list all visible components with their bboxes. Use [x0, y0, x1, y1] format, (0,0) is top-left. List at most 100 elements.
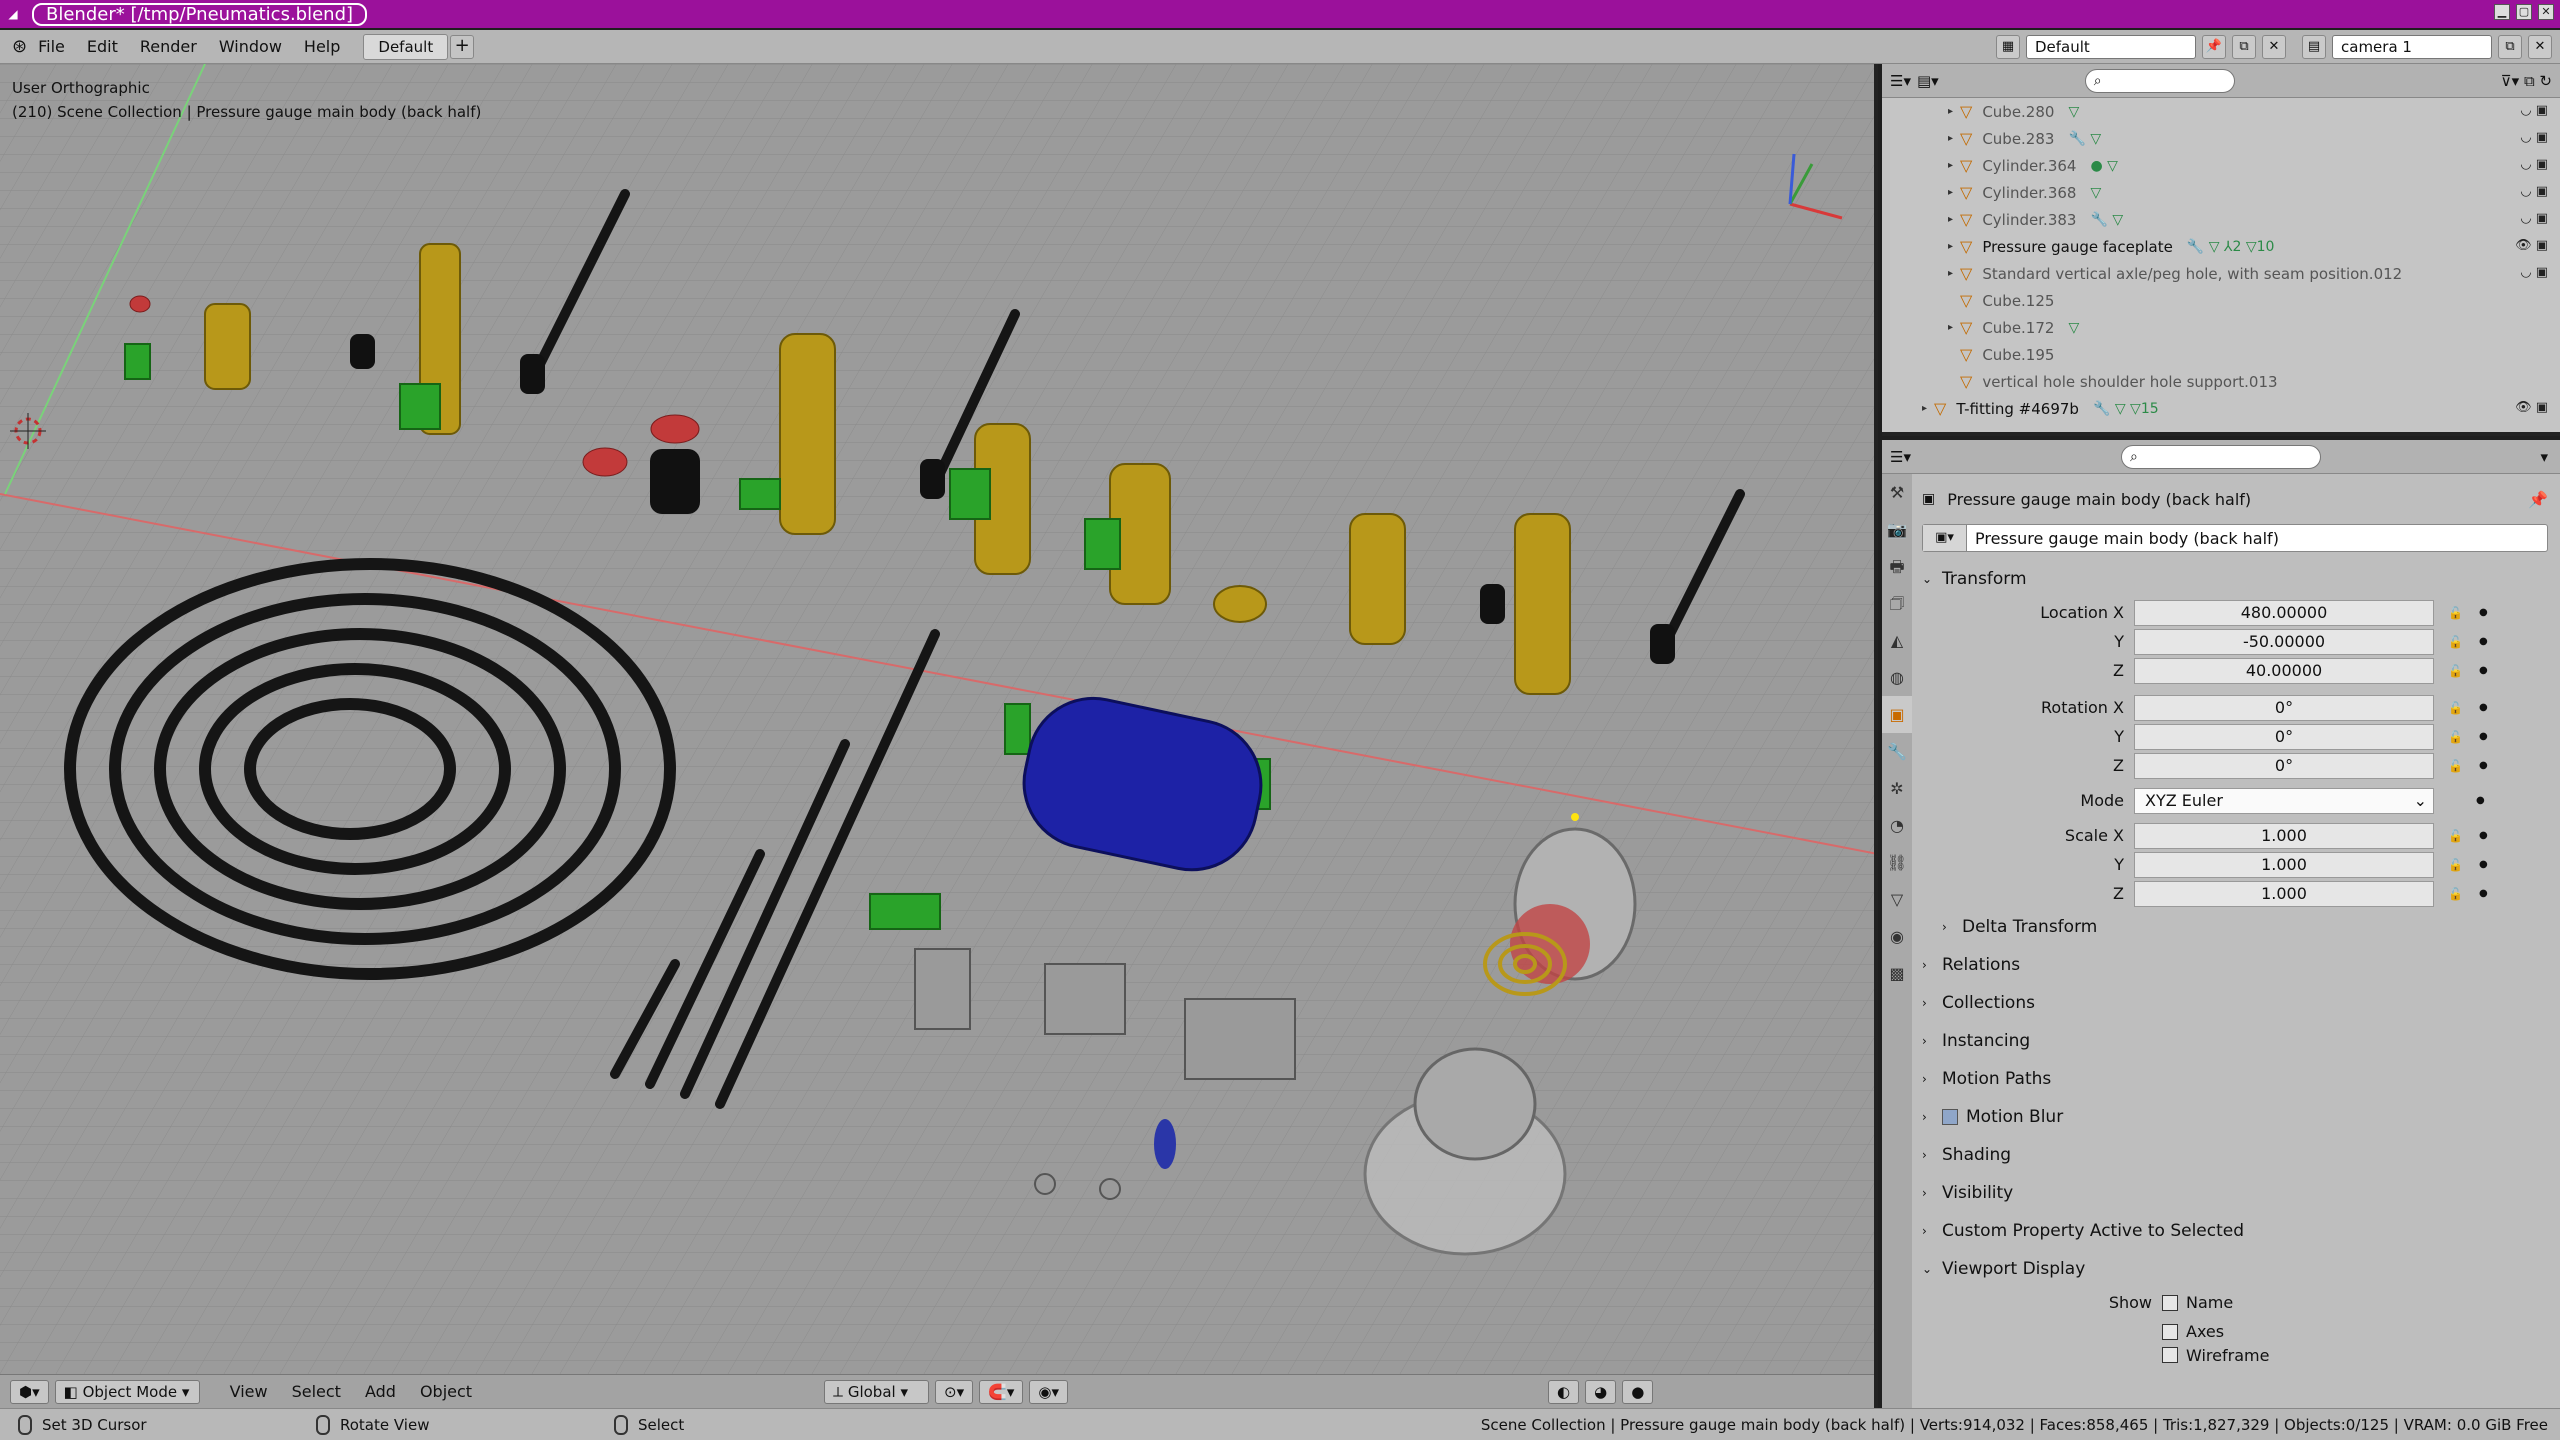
tab-output-icon[interactable]: 🖶	[1882, 548, 1912, 585]
visibility-icon[interactable]: ◡ ▣	[2520, 184, 2548, 199]
workspace-tab-default[interactable]: Default	[363, 33, 449, 60]
menu-edit[interactable]: Edit	[76, 37, 129, 56]
lock-icon[interactable]: 🔓	[2448, 730, 2463, 744]
scale-x-field[interactable]: 1.000	[2134, 822, 2434, 849]
visibility-icon[interactable]: 👁 ▣	[2515, 238, 2548, 253]
panel-custom-property[interactable]: › Custom Property Active to Selected	[1922, 1212, 2548, 1250]
panel-instancing[interactable]: › Instancing	[1922, 1022, 2548, 1060]
outliner-row[interactable]: ▽ Cube.125	[1948, 287, 2560, 314]
panel-motion-blur[interactable]: › Motion Blur	[1922, 1098, 2548, 1136]
blender-logo-icon[interactable]: ⊛	[12, 36, 27, 57]
lock-icon[interactable]: 🔓	[2448, 664, 2463, 678]
tab-physics-icon[interactable]: ◔	[1882, 807, 1912, 844]
panel-relations[interactable]: › Relations	[1922, 946, 2548, 984]
lock-icon[interactable]: 🔓	[2448, 635, 2463, 649]
lock-icon[interactable]: 🔓	[2448, 701, 2463, 715]
viewport-shading-solid[interactable]: ◐	[1548, 1379, 1580, 1404]
lock-icon[interactable]: 🔓	[2448, 829, 2463, 843]
tab-material-icon[interactable]: ◉	[1882, 918, 1912, 955]
outliner-search-input[interactable]: ⌕	[2084, 68, 2235, 93]
outliner-row[interactable]: ▸ ▽ Standard vertical axle/peg hole, with …	[1948, 260, 2560, 287]
keyframe-dot-icon[interactable]: ●	[2479, 760, 2488, 771]
properties-editor-type-icon[interactable]: ☰▾	[1890, 448, 1911, 466]
keyframe-dot-icon[interactable]: ●	[2479, 888, 2488, 899]
visibility-icon[interactable]: ◡ ▣	[2520, 103, 2548, 118]
panel-viewport-display[interactable]: ⌄ Viewport Display	[1922, 1250, 2548, 1288]
expand-arrow-icon[interactable]: ▸	[1948, 214, 1960, 225]
tab-data-icon[interactable]: ▽	[1882, 881, 1912, 918]
menu-object[interactable]: Object	[408, 1382, 484, 1401]
keyframe-dot-icon[interactable]: ●	[2479, 636, 2488, 647]
keyframe-dot-icon[interactable]: ●	[2479, 731, 2488, 742]
tab-tool-icon[interactable]: ⚒	[1882, 474, 1912, 511]
outliner-row[interactable]: ▸ ▽ Pressure gauge faceplate 🔧 ▽ ⅄2 ▽10 👁 ▣	[1948, 233, 2560, 260]
viewport-shading-material[interactable]: ◕	[1585, 1379, 1617, 1404]
editor-type-button[interactable]: ⬢▾	[10, 1379, 49, 1404]
expand-arrow-icon[interactable]: ▸	[1948, 133, 1960, 144]
delete-layout-icon[interactable]: ✕	[2262, 35, 2286, 59]
maximize-button[interactable]: ▢	[2516, 4, 2532, 20]
snap-toggle[interactable]: 🧲▾	[979, 1379, 1024, 1404]
menu-file[interactable]: File	[27, 37, 76, 56]
expand-arrow-icon[interactable]: ▸	[1922, 403, 1934, 414]
tab-scene-icon[interactable]: ◭	[1882, 622, 1912, 659]
add-workspace-button[interactable]: +	[450, 34, 475, 59]
menu-select[interactable]: Select	[280, 1382, 353, 1401]
name-checkbox[interactable]	[2162, 1294, 2178, 1311]
lock-icon[interactable]: 🔓	[2448, 606, 2463, 620]
menu-window[interactable]: Window	[208, 37, 293, 56]
tab-constraints-icon[interactable]: ⛓	[1882, 844, 1912, 881]
visibility-icon[interactable]: ◡ ▣	[2520, 265, 2548, 280]
pin-icon[interactable]: 📌	[2202, 35, 2226, 59]
rotation-mode-select[interactable]: XYZ Euler ⌄	[2134, 787, 2434, 814]
keyframe-dot-icon[interactable]: ●	[2479, 830, 2488, 841]
screen-layout-field[interactable]: Default	[2026, 35, 2196, 59]
outliner-row[interactable]: ▸ ▽ T-fitting #4697b 🔧 ▽ ▽15 👁 ▣	[1922, 395, 2560, 422]
scale-z-field[interactable]: 1.000	[2134, 880, 2434, 907]
3d-viewport[interactable]: User Orthographic (210) Scene Collection…	[0, 64, 1878, 1408]
orientation-select[interactable]: ⟂ Global ▾	[824, 1379, 930, 1404]
viewport-shading-rendered[interactable]: ●	[1622, 1379, 1654, 1404]
tab-view-layer-icon[interactable]: 🗇	[1882, 585, 1912, 622]
expand-arrow-icon[interactable]: ▸	[1948, 268, 1960, 279]
outliner-row[interactable]: ▸ ▽ Cube.283 🔧 ▽ ◡ ▣	[1948, 125, 2560, 152]
expand-arrow-icon[interactable]: ▸	[1948, 160, 1960, 171]
tab-texture-icon[interactable]: ▩	[1882, 955, 1912, 992]
menu-add[interactable]: Add	[353, 1382, 408, 1401]
expand-arrow-icon[interactable]: ▸	[1948, 241, 1960, 252]
menu-help[interactable]: Help	[293, 37, 351, 56]
lock-icon[interactable]: 🔓	[2448, 759, 2463, 773]
rotation-z-field[interactable]: 0°	[2134, 752, 2434, 779]
lock-icon[interactable]: 🔓	[2448, 858, 2463, 872]
outliner-row[interactable]: ▽ Cube.195	[1948, 341, 2560, 368]
visibility-icon[interactable]: ◡ ▣	[2520, 157, 2548, 172]
expand-arrow-icon[interactable]: ▸	[1948, 106, 1960, 117]
keyframe-dot-icon[interactable]: ●	[2479, 665, 2488, 676]
window-menu-icon[interactable]: ◢	[4, 5, 22, 23]
tab-object-icon[interactable]: ▣	[1882, 696, 1912, 733]
location-x-field[interactable]: 480.00000	[2134, 599, 2434, 626]
panel-visibility[interactable]: › Visibility	[1922, 1174, 2548, 1212]
outliner-row[interactable]: ▽ vertical hole shoulder hole support.013	[1948, 368, 2560, 395]
scale-y-field[interactable]: 1.000	[2134, 851, 2434, 878]
menu-view[interactable]: View	[218, 1382, 280, 1401]
outliner-row[interactable]: ▸ ▽ Cylinder.368 ▽ ◡ ▣	[1948, 179, 2560, 206]
panel-shading[interactable]: › Shading	[1922, 1136, 2548, 1174]
tab-particles-icon[interactable]: ✲	[1882, 770, 1912, 807]
visibility-icon[interactable]: ◡ ▣	[2520, 211, 2548, 226]
outliner-row[interactable]: ▸ ▽ Cylinder.364 ● ▽ ◡ ▣	[1948, 152, 2560, 179]
properties-options-icon[interactable]: ▾	[2540, 448, 2548, 466]
outliner-row[interactable]: ▸ ▽ Cube.280 ▽ ◡ ▣	[1948, 98, 2560, 125]
panel-delta-transform[interactable]: › Delta Transform	[1922, 908, 2548, 946]
pin-icon[interactable]: 📌	[2528, 490, 2548, 509]
expand-arrow-icon[interactable]: ▸	[1948, 322, 1960, 333]
outliner-row[interactable]: ▸ ▽ Cube.172 ▽	[1948, 314, 2560, 341]
close-window-button[interactable]: ✕	[2538, 4, 2554, 20]
tab-modifiers-icon[interactable]: 🔧	[1882, 733, 1912, 770]
tab-render-icon[interactable]: 📷	[1882, 511, 1912, 548]
scene-field[interactable]: camera 1	[2332, 35, 2492, 59]
outliner-filter-icon[interactable]: ⊽▾ ⧉ ↻	[2501, 72, 2552, 90]
object-name-field[interactable]: ▣▾ Pressure gauge main body (back half)	[1922, 524, 2548, 552]
outliner-display-mode-icon[interactable]: ▤▾	[1917, 72, 1939, 90]
rotation-y-field[interactable]: 0°	[2134, 723, 2434, 750]
